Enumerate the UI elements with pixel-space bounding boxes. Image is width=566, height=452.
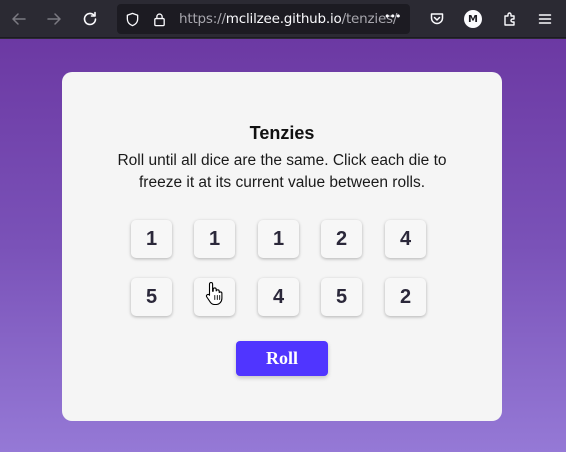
account-avatar[interactable]: M: [464, 10, 482, 28]
back-arrow-icon[interactable]: [6, 6, 32, 32]
die-10[interactable]: 2: [385, 278, 426, 316]
die-6[interactable]: 5: [131, 278, 172, 316]
url-text[interactable]: https://mclilzee.github.io/tenzies/: [179, 11, 397, 27]
roll-button[interactable]: Roll: [236, 341, 328, 376]
shield-icon[interactable]: [124, 11, 140, 27]
browser-toolbar: https://mclilzee.github.io/tenzies/ ••• …: [0, 0, 566, 38]
forward-arrow-icon[interactable]: [41, 6, 67, 32]
die-2[interactable]: 1: [194, 220, 235, 258]
die-4[interactable]: 2: [321, 220, 362, 258]
url-host: mclilzee.github.io: [225, 11, 342, 27]
lock-icon[interactable]: [151, 11, 167, 27]
hand-cursor-icon: [205, 281, 223, 305]
game-instructions: Roll until all dice are the same. Click …: [117, 152, 447, 191]
die-1[interactable]: 1: [131, 220, 172, 258]
game-card: Tenzies Roll until all dice are the same…: [62, 72, 502, 421]
game-title: Tenzies: [249, 123, 315, 143]
reload-icon[interactable]: [77, 6, 103, 32]
extensions-icon[interactable]: [497, 6, 523, 32]
dice-grid: 1 1 1 2 4 5 4 5 2: [131, 220, 429, 317]
die-8[interactable]: 4: [258, 278, 299, 316]
page-background: Tenzies Roll until all dice are the same…: [0, 39, 566, 452]
pocket-icon[interactable]: [424, 6, 450, 32]
url-scheme: https://: [179, 11, 226, 27]
die-9[interactable]: 5: [321, 278, 362, 316]
hamburger-menu-icon[interactable]: [532, 6, 558, 32]
die-3[interactable]: 1: [258, 220, 299, 258]
die-5[interactable]: 4: [385, 220, 426, 258]
url-bar[interactable]: https://mclilzee.github.io/tenzies/ •••: [117, 4, 410, 34]
page-actions-menu[interactable]: •••: [384, 10, 401, 23]
